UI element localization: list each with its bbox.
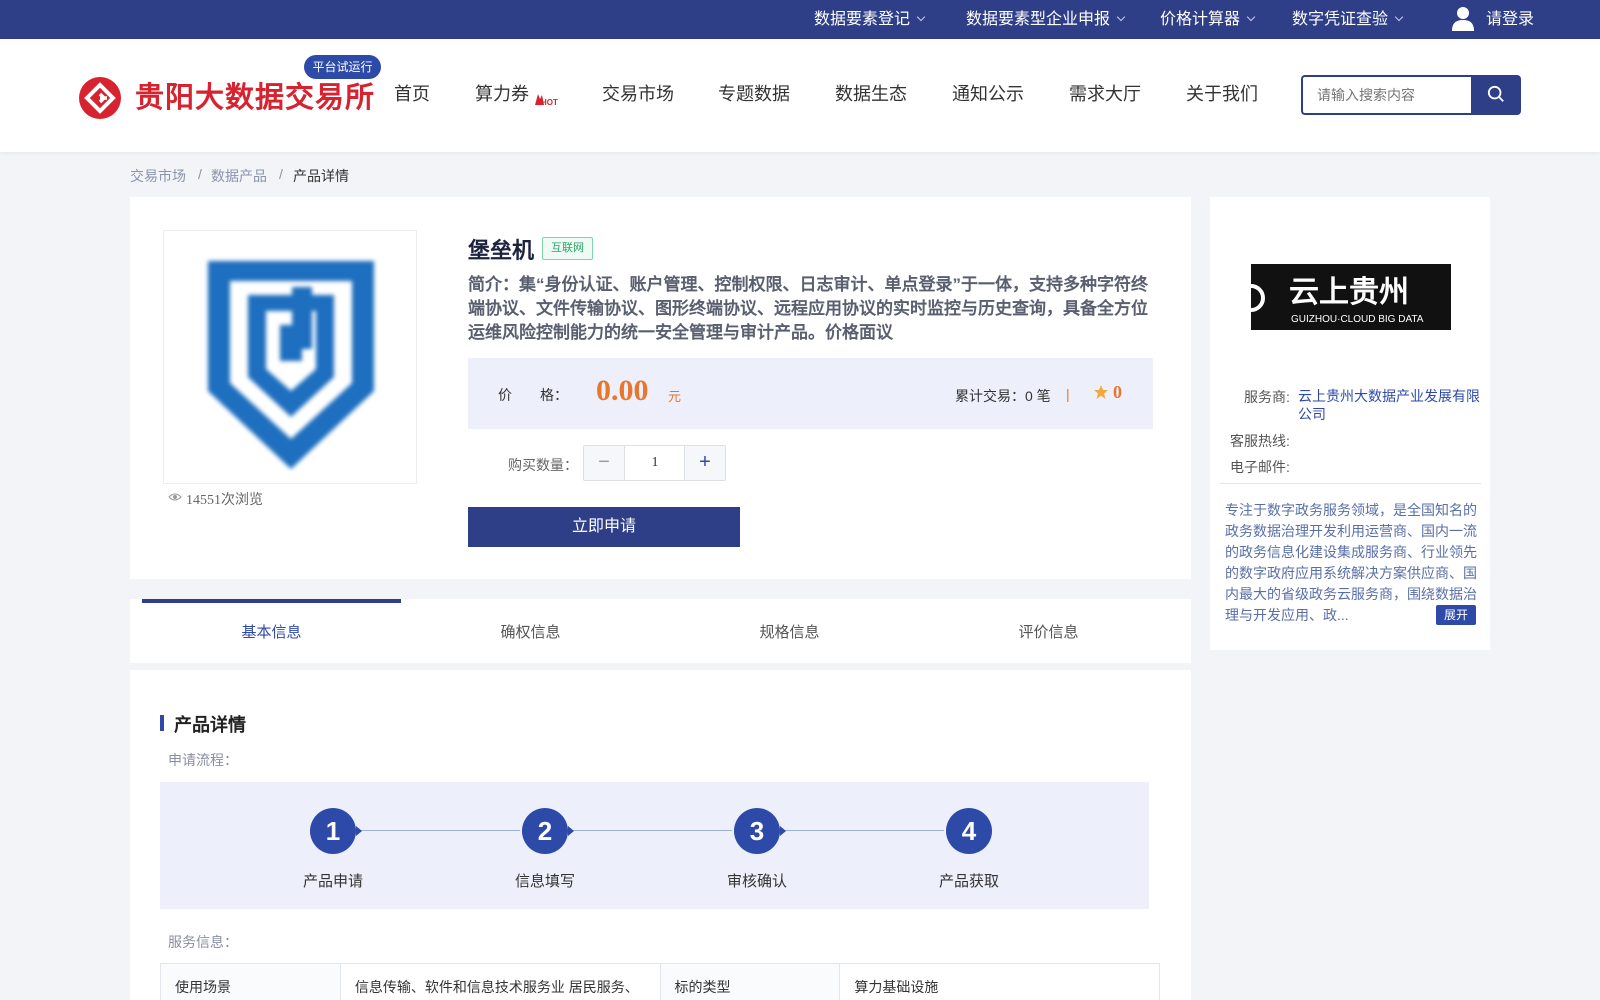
price-unit: 元: [668, 389, 682, 404]
step-3-label: 审核确认: [726, 873, 787, 890]
breadcrumb-data-products[interactable]: 数据产品: [211, 166, 267, 186]
table-key: 标的类型: [659, 963, 841, 1000]
quantity-label: 购买数量：: [508, 457, 578, 473]
email-label: 电子邮件:: [1230, 459, 1290, 475]
expand-button[interactable]: 展开: [1436, 605, 1476, 625]
cloud-guizhou-logo-icon: 云上贵州 GUIZHOU·CLOUD BIG DATA: [1250, 275, 1424, 325]
login-link[interactable]: 请登录: [1486, 0, 1534, 39]
step-4-number: 4: [946, 808, 992, 854]
search-button[interactable]: [1471, 75, 1521, 115]
table-key: 使用场景: [160, 963, 341, 1000]
hotline-label: 客服热线:: [1230, 433, 1290, 449]
service-info-label: 服务信息：: [168, 934, 238, 950]
category-tag: 互联网: [542, 237, 593, 260]
product-intro: 简介：集“身份认证、账户管理、控制权限、日志审计、单点登录”于一体，支持多种字符…: [468, 275, 1148, 342]
step-arrow-icon: [356, 826, 362, 836]
trade-count: 累计交易：0 笔: [955, 388, 1051, 404]
search-input[interactable]: [1301, 75, 1471, 115]
service-provider-value[interactable]: 云上贵州大数据产业发展有限公司: [1298, 387, 1484, 423]
breadcrumb-separator: /: [198, 166, 202, 182]
nav-market[interactable]: 交易市场: [602, 80, 674, 106]
step-3-number: 3: [734, 808, 780, 854]
breadcrumb-current: 产品详情: [293, 168, 349, 184]
table-row: 使用场景 信息传输、软件和信息技术服务业 居民服务、 标的类型 算力基础设施: [160, 963, 1160, 1000]
step-2-number: 2: [522, 808, 568, 854]
nav-notices[interactable]: 通知公示: [952, 80, 1024, 106]
breadcrumb-market[interactable]: 交易市场: [130, 166, 186, 186]
application-flow: 1 产品申请 2 信息填写 3 审核确认 4 产品获取: [160, 782, 1149, 909]
tab-rights-info[interactable]: 确权信息: [401, 599, 660, 663]
flow-connector: [356, 830, 520, 831]
flow-connector: [568, 830, 732, 831]
quantity-value[interactable]: 1: [625, 446, 685, 480]
nav-about-us[interactable]: 关于我们: [1186, 80, 1258, 106]
main-header: 贵阳大数据交易所 平台试运行 首页 算力券 HOT 交易市场 专题数据 数据生态…: [0, 39, 1600, 152]
topbar-link-enterprise-report[interactable]: 数据要素型企业申报: [966, 0, 1126, 39]
decrease-button[interactable]: −: [584, 446, 625, 480]
chevron-down-icon: [916, 12, 926, 22]
quantity-stepper: − 1 +: [583, 445, 726, 481]
service-info-table: 使用场景 信息传输、软件和信息技术服务业 居民服务、 标的类型 算力基础设施: [160, 963, 1160, 1000]
trial-badge: 平台试运行: [304, 55, 381, 79]
table-value: 算力基础设施: [839, 963, 1160, 1000]
step-4-label: 产品获取: [938, 873, 999, 890]
tab-spec-info[interactable]: 规格信息: [660, 599, 919, 663]
step-2-label: 信息填写: [514, 873, 575, 890]
flow-label: 申请流程：: [168, 752, 238, 768]
breadcrumb-separator: /: [279, 166, 283, 182]
exchange-logo-icon[interactable]: [79, 77, 121, 119]
svg-text:云上贵州: 云上贵州: [1289, 275, 1409, 310]
topbar-link-certificate-check[interactable]: 数字凭证查验: [1292, 0, 1404, 39]
chevron-down-icon: [1116, 12, 1126, 22]
product-title: 堡垒机: [468, 238, 535, 263]
nav-topic-data[interactable]: 专题数据: [718, 80, 790, 106]
svg-text:HOT: HOT: [541, 98, 558, 107]
table-value: 信息传输、软件和信息技术服务业 居民服务、: [339, 963, 661, 1000]
product-image: [163, 230, 417, 484]
rating-value: 0: [1113, 382, 1122, 402]
hot-badge-icon: HOT: [535, 94, 558, 107]
service-provider-label: 服务商:: [1244, 389, 1290, 405]
provider-logo[interactable]: 云上贵州 GUIZHOU·CLOUD BIG DATA: [1250, 264, 1451, 330]
topbar-link-price-calculator[interactable]: 价格计算器: [1160, 0, 1256, 39]
section-title: 产品详情: [174, 715, 246, 735]
view-count: 14551次浏览: [186, 493, 263, 508]
increase-button[interactable]: +: [684, 446, 725, 480]
price-box: 价 格： 0.00 元 累计交易：0 笔 | 0: [468, 358, 1153, 429]
divider: |: [1066, 386, 1070, 402]
user-icon[interactable]: [1451, 6, 1475, 32]
step-arrow-icon: [568, 826, 574, 836]
eye-icon: [168, 493, 182, 501]
nav-compute-voucher[interactable]: 算力券: [475, 80, 529, 106]
nav-demand-hall[interactable]: 需求大厅: [1069, 80, 1141, 106]
divider-line: [1220, 483, 1481, 484]
topbar-link-data-registration[interactable]: 数据要素登记: [814, 0, 926, 39]
step-1-number: 1: [310, 808, 356, 854]
step-arrow-icon: [780, 826, 786, 836]
chevron-down-icon: [1246, 12, 1256, 22]
site-title[interactable]: 贵阳大数据交易所: [135, 74, 375, 116]
step-1-label: 产品申请: [302, 873, 363, 890]
nav-home[interactable]: 首页: [394, 80, 430, 106]
shield-logo-icon: [208, 261, 374, 469]
section-marker: [160, 715, 164, 731]
apply-button[interactable]: 立即申请: [468, 507, 740, 547]
top-bar: 数据要素登记 数据要素型企业申报 价格计算器 数字凭证查验 请登录: [0, 0, 1600, 39]
search-icon: [1487, 85, 1504, 102]
svg-text:GUIZHOU·CLOUD BIG DATA: GUIZHOU·CLOUD BIG DATA: [1291, 314, 1424, 325]
star-icon: [1094, 385, 1108, 399]
price-value: 0.00: [596, 374, 649, 407]
flow-connector: [780, 830, 944, 831]
chevron-down-icon: [1394, 12, 1404, 22]
tab-review-info[interactable]: 评价信息: [919, 599, 1178, 663]
tab-basic-info[interactable]: 基本信息: [142, 599, 401, 663]
nav-ecosystem[interactable]: 数据生态: [835, 80, 907, 106]
price-label: 价 格：: [498, 387, 568, 403]
